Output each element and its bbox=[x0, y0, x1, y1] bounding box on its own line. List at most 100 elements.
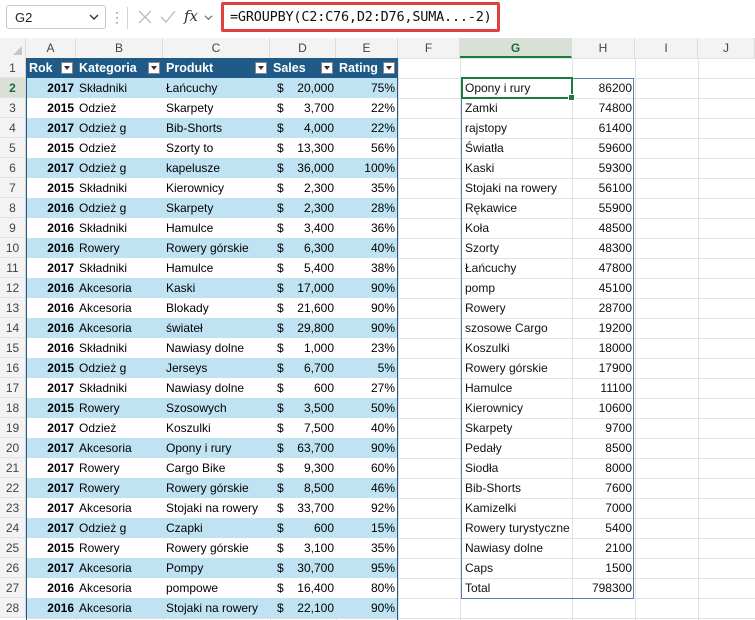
column-header-j[interactable]: J bbox=[698, 38, 755, 58]
chevron-down-icon[interactable] bbox=[89, 12, 99, 22]
row-header[interactable]: 11 bbox=[0, 258, 26, 278]
row-header[interactable]: 3 bbox=[0, 98, 26, 118]
row-header[interactable]: 22 bbox=[0, 478, 26, 498]
row-header[interactable]: 23 bbox=[0, 498, 26, 518]
cell-kategoria: Odzież g bbox=[79, 521, 127, 535]
insert-function-icon[interactable]: fx bbox=[184, 7, 198, 25]
groupby-value: 2100 bbox=[605, 541, 632, 555]
column-header-b[interactable]: B bbox=[76, 38, 163, 58]
row-header[interactable]: 7 bbox=[0, 178, 26, 198]
table-row[interactable]: 2015 Odzież Skarpety $3,700 22% bbox=[26, 98, 398, 118]
table-row[interactable]: 2017 Odzież Koszulki $7,500 40% bbox=[26, 418, 398, 438]
formula-input[interactable]: =GROUPBY(C2:C76,D2:D76,SUMA...-2) bbox=[221, 2, 500, 32]
row-header[interactable]: 15 bbox=[0, 338, 26, 358]
row-header[interactable]: 24 bbox=[0, 518, 26, 538]
row-header[interactable]: 18 bbox=[0, 398, 26, 418]
row-header[interactable]: 28 bbox=[0, 598, 26, 618]
column-header-h[interactable]: H bbox=[572, 38, 635, 58]
active-cell-selection[interactable] bbox=[461, 77, 575, 101]
table-row[interactable]: 2016 Akcesoria Blokady $21,600 90% bbox=[26, 298, 398, 318]
table-row[interactable]: 2015 Składniki Kierownicy $2,300 35% bbox=[26, 178, 398, 198]
cell-sales: 33,700 bbox=[297, 501, 334, 515]
filter-dropdown-icon[interactable] bbox=[255, 62, 267, 74]
groupby-value: 56100 bbox=[598, 181, 632, 195]
select-all-button[interactable] bbox=[0, 38, 26, 58]
table-row[interactable]: 2017 Odzież g kapelusze $36,000 100% bbox=[26, 158, 398, 178]
table-row[interactable]: 2016 Akcesoria pompowe $16,400 80% bbox=[26, 578, 398, 598]
cell-produkt: Jerseys bbox=[166, 361, 208, 375]
table-row[interactable]: 2016 Składniki Hamulce $3,400 36% bbox=[26, 218, 398, 238]
column-header-e[interactable]: E bbox=[336, 38, 398, 58]
filter-dropdown-icon[interactable] bbox=[148, 62, 160, 74]
table-row[interactable]: 2017 Odzież g Czapki $600 15% bbox=[26, 518, 398, 538]
groupby-value: 45100 bbox=[598, 281, 632, 295]
table-row[interactable]: 2017 Składniki Łańcuchy $20,000 75% bbox=[26, 78, 398, 98]
table-row[interactable]: 2017 Składniki Hamulce $5,400 38% bbox=[26, 258, 398, 278]
row-header[interactable]: 14 bbox=[0, 318, 26, 338]
row-header[interactable]: 20 bbox=[0, 438, 26, 458]
row-header[interactable]: 19 bbox=[0, 418, 26, 438]
table-row[interactable]: 2016 Akcesoria świateł $29,800 90% bbox=[26, 318, 398, 338]
table-row[interactable]: 2017 Akcesoria Stojaki na rowery $33,700 92% bbox=[26, 498, 398, 518]
row-header[interactable]: 13 bbox=[0, 298, 26, 318]
table-row[interactable]: 2015 Rowery Rowery górskie $3,100 35% bbox=[26, 538, 398, 558]
table-row[interactable]: 2017 Składniki Nawiasy dolne $600 27% bbox=[26, 378, 398, 398]
column-header-c[interactable]: C bbox=[163, 38, 270, 58]
groupby-label: Kaski bbox=[465, 161, 495, 175]
cell-rok: 2017 bbox=[47, 121, 74, 135]
filter-dropdown-icon[interactable] bbox=[321, 62, 333, 74]
table-row[interactable]: 2017 Rowery Cargo Bike $9,300 60% bbox=[26, 458, 398, 478]
groupby-label: rajstopy bbox=[465, 121, 508, 135]
row-header[interactable]: 16 bbox=[0, 358, 26, 378]
groupby-label: Kierownicy bbox=[465, 401, 524, 415]
row-header[interactable]: 17 bbox=[0, 378, 26, 398]
table-row[interactable]: 2017 Rowery Rowery górskie $8,500 46% bbox=[26, 478, 398, 498]
row-header[interactable]: 27 bbox=[0, 578, 26, 598]
table-row[interactable]: 2016 Akcesoria Stojaki na rowery $22,100 90% bbox=[26, 598, 398, 618]
row-header[interactable]: 2 bbox=[0, 78, 26, 98]
cell-rating: 50% bbox=[370, 401, 395, 415]
table-row[interactable]: 2016 Rowery Rowery górskie $6,300 40% bbox=[26, 238, 398, 258]
cell-produkt: Skarpety bbox=[166, 201, 214, 215]
cell-produkt: Łańcuchy bbox=[166, 81, 218, 95]
row-header[interactable]: 10 bbox=[0, 238, 26, 258]
table-row[interactable]: 2016 Akcesoria Kaski $17,000 90% bbox=[26, 278, 398, 298]
cancel-icon[interactable] bbox=[137, 9, 153, 25]
name-box[interactable]: G2 bbox=[6, 5, 106, 29]
row-header[interactable]: 21 bbox=[0, 458, 26, 478]
chevron-down-icon[interactable] bbox=[204, 13, 213, 22]
column-header-f[interactable]: F bbox=[398, 38, 460, 58]
groupby-label: Zamki bbox=[465, 101, 498, 115]
table-row[interactable]: 2015 Odzież g Jerseys $6,700 5% bbox=[26, 358, 398, 378]
table-row[interactable]: 2017 Akcesoria Opony i rury $63,700 90% bbox=[26, 438, 398, 458]
row-header[interactable]: 12 bbox=[0, 278, 26, 298]
filter-dropdown-icon[interactable] bbox=[383, 62, 395, 74]
table-row[interactable]: 2016 Odzież g Skarpety $2,300 28% bbox=[26, 198, 398, 218]
table-row[interactable]: 2017 Odzież g Bib-Shorts $4,000 22% bbox=[26, 118, 398, 138]
fill-handle[interactable] bbox=[568, 94, 575, 101]
table-row[interactable]: 2016 Składniki Nawiasy dolne $1,000 23% bbox=[26, 338, 398, 358]
row-header[interactable]: 26 bbox=[0, 558, 26, 578]
row-header[interactable]: 8 bbox=[0, 198, 26, 218]
cell-rating: 60% bbox=[370, 461, 395, 475]
header-rok: Rok bbox=[29, 61, 53, 75]
more-options-icon[interactable]: · · · bbox=[115, 6, 119, 28]
row-header[interactable]: 1 bbox=[0, 58, 26, 78]
confirm-icon[interactable] bbox=[160, 9, 176, 25]
filter-dropdown-icon[interactable] bbox=[61, 62, 73, 74]
groupby-value: 19200 bbox=[598, 321, 632, 335]
row-header[interactable]: 5 bbox=[0, 138, 26, 158]
column-header-i[interactable]: I bbox=[635, 38, 698, 58]
column-header-a[interactable]: A bbox=[26, 38, 76, 58]
row-header[interactable]: 6 bbox=[0, 158, 26, 178]
table-row[interactable]: 2015 Odzież Szorty to $13,300 56% bbox=[26, 138, 398, 158]
row-header[interactable]: 4 bbox=[0, 118, 26, 138]
row-header[interactable]: 25 bbox=[0, 538, 26, 558]
row-header[interactable]: 9 bbox=[0, 218, 26, 238]
cell-sales: 3,500 bbox=[303, 401, 334, 415]
groupby-value: 28700 bbox=[598, 301, 632, 315]
table-row[interactable]: 2015 Rowery Szosowych $3,500 50% bbox=[26, 398, 398, 418]
table-row[interactable]: 2017 Akcesoria Pompy $30,700 95% bbox=[26, 558, 398, 578]
column-header-d[interactable]: D bbox=[270, 38, 336, 58]
column-header-g[interactable]: G bbox=[460, 38, 572, 58]
